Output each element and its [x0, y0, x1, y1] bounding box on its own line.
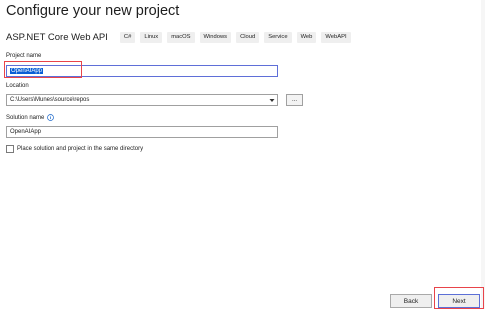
location-label-text: Location — [6, 83, 29, 89]
tag-web: Web — [296, 32, 317, 43]
solution-name-value: OpenAIApp — [10, 129, 42, 135]
location-combobox[interactable]: C:\Users\Munes\source\repos — [6, 94, 278, 106]
next-button[interactable]: Next — [438, 294, 480, 308]
location-label: Location — [6, 83, 29, 89]
tag-cloud: Cloud — [236, 32, 260, 43]
browse-button[interactable]: ... — [286, 94, 303, 106]
project-name-input[interactable]: OpenAIApp — [6, 65, 278, 77]
chevron-down-icon[interactable] — [269, 98, 275, 103]
project-name-value: OpenAIApp — [10, 68, 44, 74]
back-button[interactable]: Back — [390, 294, 432, 308]
tag-macos: macOS — [167, 32, 195, 43]
project-name-label-text: Project name — [6, 53, 42, 59]
solution-name-label-text: Solution name — [6, 114, 45, 121]
tag-webapi: WebAPI — [321, 32, 351, 43]
window-scrollbar[interactable] — [481, 0, 485, 309]
same-directory-checkbox[interactable] — [6, 145, 14, 153]
location-value: C:\Users\Munes\source\repos — [10, 97, 90, 103]
tag-linux: Linux — [140, 32, 163, 43]
info-icon[interactable] — [47, 114, 55, 121]
solution-name-label: Solution name — [6, 114, 55, 121]
same-directory-option[interactable]: Place solution and project in the same d… — [6, 145, 143, 153]
project-name-label: Project name — [6, 53, 41, 59]
template-header: ASP.NET Core Web API C# Linux macOS Wind… — [6, 31, 356, 44]
tag-windows: Windows — [199, 32, 232, 43]
tag-service: Service — [264, 32, 292, 43]
solution-name-input[interactable]: OpenAIApp — [6, 126, 278, 138]
same-directory-label: Place solution and project in the same d… — [17, 146, 144, 152]
tag-csharp: C# — [119, 32, 136, 43]
page-title: Configure your new project — [6, 3, 180, 19]
template-name: ASP.NET Core Web API — [6, 32, 108, 43]
